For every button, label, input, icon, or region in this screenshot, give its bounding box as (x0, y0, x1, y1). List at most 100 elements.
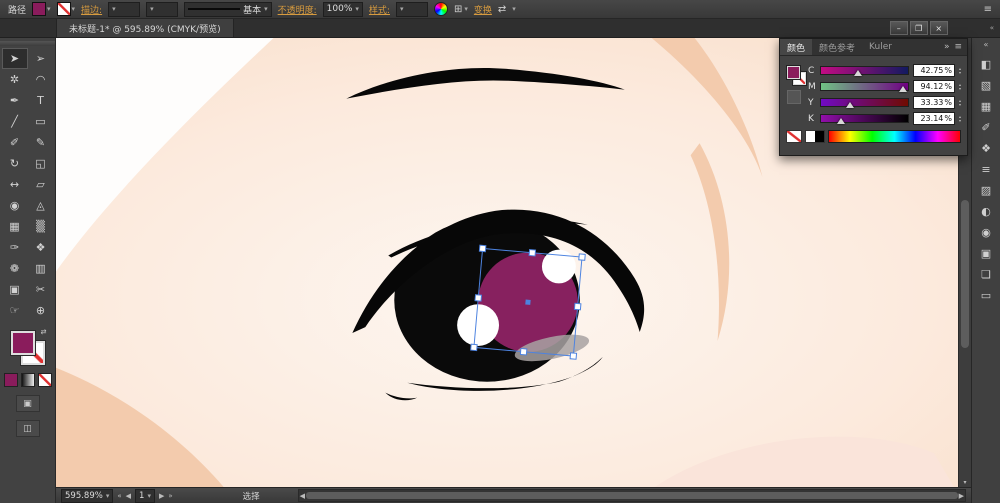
vertical-scroll-thumb[interactable] (961, 200, 969, 348)
zoom-tool[interactable]: ⊕ (28, 300, 54, 321)
selection-handle[interactable] (479, 245, 485, 251)
apply-gradient-button[interactable] (21, 373, 35, 387)
color-guide-panel-icon[interactable]: ▧ (976, 76, 996, 94)
selection-handle[interactable] (574, 303, 580, 309)
selection-handle[interactable] (471, 344, 477, 350)
gradient-panel-icon[interactable]: ▨ (976, 181, 996, 199)
swap-fill-stroke-icon[interactable]: ⇄ (41, 328, 47, 336)
stroke-color-well[interactable]: ▾ (57, 2, 76, 16)
color-spectrum-ramp[interactable] (828, 130, 961, 143)
lasso-tool[interactable]: ◠ (28, 69, 54, 90)
selection-handle[interactable] (529, 250, 535, 256)
rectangle-tool[interactable]: ▭ (28, 111, 54, 132)
previous-artboard-button[interactable]: ◀ (126, 492, 131, 500)
pencil-tool[interactable]: ✎ (28, 132, 54, 153)
magic-wand-tool[interactable]: ✲ (2, 69, 28, 90)
yellow-slider[interactable] (820, 98, 909, 107)
gradient-tool[interactable]: ▒ (28, 216, 54, 237)
cyan-value-field[interactable]: 42.75 % (913, 64, 955, 77)
type-tool[interactable]: T (28, 90, 54, 111)
selection-center-anchor[interactable] (525, 300, 530, 305)
width-profile-select[interactable]: ▾ (146, 2, 178, 17)
black-slider[interactable] (820, 114, 909, 123)
width-tool[interactable]: ↔ (2, 174, 28, 195)
yellow-value-field[interactable]: 33.33 % (913, 96, 955, 109)
symbol-sprayer-tool[interactable]: ❁ (2, 258, 28, 279)
stroke-panel-link[interactable]: 描边: (81, 3, 102, 16)
selection-handle[interactable] (579, 254, 585, 260)
selection-tool[interactable]: ➤ (2, 48, 28, 69)
scroll-down-icon[interactable]: ▾ (959, 477, 971, 487)
transform-panel-link[interactable]: 变换 (474, 3, 492, 16)
last-artboard-button[interactable]: » (168, 492, 172, 500)
artboard-navigation-field[interactable]: 1 ▾ (135, 489, 155, 503)
magenta-value-field[interactable]: 94.12 % (913, 80, 955, 93)
fill-color-swatch[interactable] (11, 331, 35, 355)
value-spinner[interactable]: ▴▾ (959, 67, 961, 75)
value-spinner[interactable]: ▴▾ (959, 99, 961, 107)
align-dropdown-button[interactable]: ⊞ ▾ (454, 4, 468, 15)
direct-selection-tool[interactable]: ➢ (28, 48, 54, 69)
brush-definition-select[interactable]: 基本 ▾ (184, 2, 272, 17)
symbols-panel-icon[interactable]: ❖ (976, 139, 996, 157)
selection-handle[interactable] (570, 353, 576, 359)
horizontal-scrollbar[interactable]: ◀ ▶ (298, 489, 966, 502)
document-tab[interactable]: 未标题-1* @ 595.89% (CMYK/预览) (56, 19, 234, 37)
scale-tool[interactable]: ◱ (28, 153, 54, 174)
slider-handle[interactable] (846, 102, 854, 108)
highlight-circle-left[interactable] (457, 304, 499, 346)
restore-button[interactable]: ❐ (910, 21, 928, 35)
cyan-slider[interactable] (820, 66, 909, 75)
toolbar-grip[interactable] (0, 41, 55, 46)
tab-kuler[interactable]: Kuler (862, 39, 899, 55)
stroke-panel-icon[interactable]: ≡ (976, 160, 996, 178)
blend-tool[interactable]: ❖ (28, 237, 54, 258)
brushes-panel-icon[interactable]: ✐ (976, 118, 996, 136)
expand-panels-icon[interactable]: « (984, 40, 989, 52)
shape-builder-tool[interactable]: ◉ (2, 195, 28, 216)
swatches-panel-icon[interactable]: ▦ (976, 97, 996, 115)
opacity-select[interactable]: 100% ▾ (323, 2, 363, 17)
white-black-swatch[interactable] (805, 130, 825, 143)
drawing-modes-button[interactable]: ▣ (16, 395, 40, 412)
appearance-panel-icon[interactable]: ◉ (976, 223, 996, 241)
none-swatch[interactable] (786, 130, 802, 143)
magenta-slider[interactable] (820, 82, 909, 91)
perspective-grid-tool[interactable]: ◬ (28, 195, 54, 216)
apply-none-button[interactable] (38, 373, 52, 387)
horizontal-scroll-thumb[interactable] (306, 492, 958, 499)
close-button[interactable]: × (930, 21, 948, 35)
layers-panel-icon[interactable]: ❏ (976, 265, 996, 283)
first-artboard-button[interactable]: « (117, 492, 121, 500)
next-artboard-button[interactable]: ▶ (159, 492, 164, 500)
selection-handle[interactable] (475, 295, 481, 301)
panel-fill-swatch[interactable] (787, 66, 800, 79)
control-panel-menu-button[interactable]: ≡ (984, 4, 992, 15)
color-panel-icon[interactable]: ◧ (976, 55, 996, 73)
selection-handle[interactable] (520, 348, 526, 354)
eyedropper-tool[interactable]: ✑ (2, 237, 28, 258)
artboard-tool[interactable]: ▣ (2, 279, 28, 300)
value-spinner[interactable]: ▴▾ (959, 115, 961, 123)
slider-handle[interactable] (899, 86, 907, 92)
chevron-left-icon[interactable]: « (990, 24, 994, 32)
mesh-tool[interactable]: ▦ (2, 216, 28, 237)
more-options-button[interactable]: ▾ (512, 5, 516, 13)
style-select[interactable]: ▾ (396, 2, 428, 17)
apply-color-button[interactable] (4, 373, 18, 387)
artboards-panel-icon[interactable]: ▭ (976, 286, 996, 304)
slice-tool[interactable]: ✂ (28, 279, 54, 300)
stroke-weight-select[interactable]: ▾ (108, 2, 140, 17)
opacity-panel-link[interactable]: 不透明度: (278, 3, 317, 16)
black-value-field[interactable]: 23.14 % (913, 112, 955, 125)
collapse-panel-icon[interactable]: » (944, 42, 950, 52)
screen-mode-button[interactable]: ◫ (16, 420, 40, 437)
tab-color[interactable]: 颜色 (780, 39, 812, 55)
graphic-styles-panel-icon[interactable]: ▣ (976, 244, 996, 262)
style-panel-link[interactable]: 样式: (369, 3, 390, 16)
value-spinner[interactable]: ▴▾ (959, 83, 961, 91)
zoom-field[interactable]: 595.89% ▾ (61, 489, 113, 503)
transparency-panel-icon[interactable]: ◐ (976, 202, 996, 220)
scroll-left-icon[interactable]: ◀ (300, 492, 305, 500)
hand-tool[interactable]: ☞ (2, 300, 28, 321)
